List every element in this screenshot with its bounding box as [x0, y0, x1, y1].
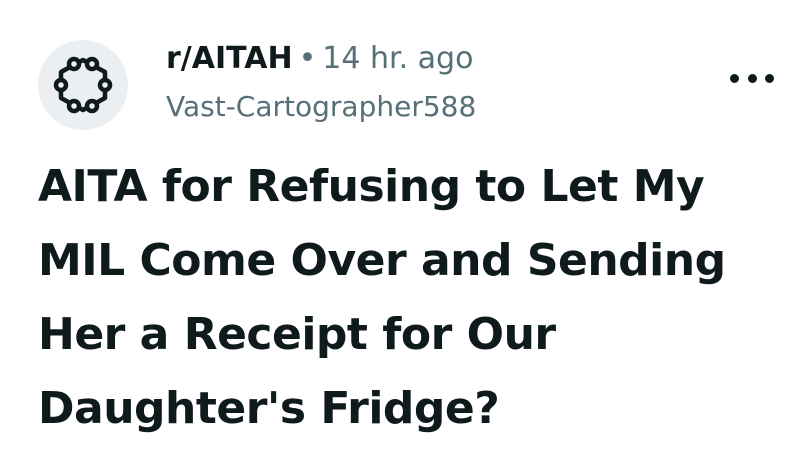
subreddit-link[interactable]: r/AITAH: [166, 41, 293, 76]
post-meta: r/AITAH • 14 hr. ago Vast-Cartographer588: [166, 40, 476, 126]
more-dot: [765, 73, 774, 83]
more-dot: [730, 73, 739, 83]
meta-separator: •: [298, 41, 317, 76]
subreddit-avatar[interactable]: [38, 40, 128, 130]
subreddit-network-icon: [53, 56, 113, 114]
more-dot: [747, 73, 757, 83]
author-link[interactable]: Vast-Cartographer588: [166, 88, 476, 126]
post-title[interactable]: AITA for Refusing to Let My MIL Come Ove…: [38, 150, 778, 446]
post-timestamp: 14 hr. ago: [322, 41, 474, 76]
more-options-icon[interactable]: [730, 68, 774, 88]
post-header: r/AITAH • 14 hr. ago Vast-Cartographer588: [38, 40, 778, 132]
post-meta-line: r/AITAH • 14 hr. ago: [166, 40, 476, 78]
